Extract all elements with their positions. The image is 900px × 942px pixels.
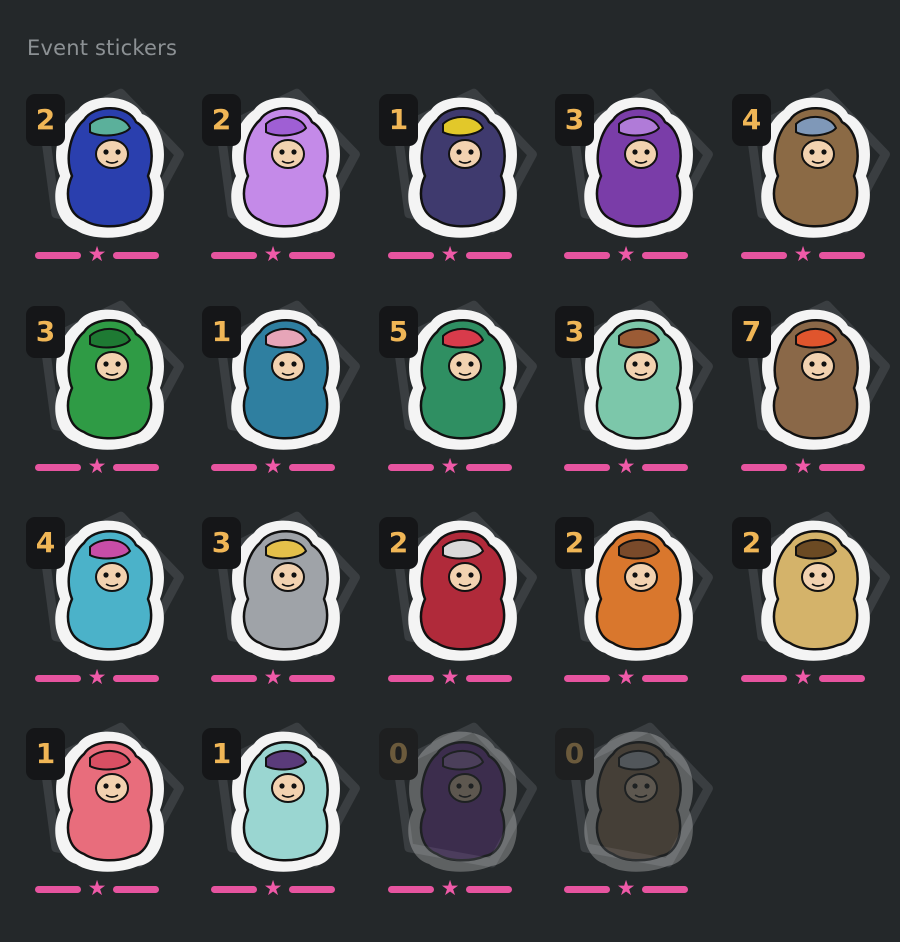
- rating-bar-right: [819, 675, 865, 682]
- sticker-count-badge: 1: [26, 728, 65, 780]
- sticker-count-badge: 2: [555, 517, 594, 569]
- star-icon: ★: [616, 876, 636, 900]
- star-icon: ★: [440, 876, 460, 900]
- star-icon: ★: [87, 876, 107, 900]
- sticker-count-badge: 1: [202, 728, 241, 780]
- sticker-count-badge: 7: [732, 306, 771, 358]
- rating-bar-left: [741, 675, 787, 682]
- rating-bar-left: [564, 886, 610, 893]
- sticker-count-badge: 4: [26, 517, 65, 569]
- sticker-grid: 2 ★ 2 ★ 1 ★ 3 ★ 4 ★ 3 ★ 1 ★ 5 ★ 3 ★ 7 ★ 4 ★ 3 ★ 2 ★ 2 ★ 2 ★ 1 ★ 1 ★ 0 ★ 0 ★: [0, 0, 900, 942]
- sticker-count-badge: 2: [26, 94, 65, 146]
- rating-bar-left: [35, 886, 81, 893]
- sticker-card[interactable]: 2 ★: [726, 423, 900, 693]
- sticker-card[interactable]: 1 ★: [196, 634, 372, 904]
- sticker-count-badge: 3: [26, 306, 65, 358]
- sticker-count-badge: 3: [555, 94, 594, 146]
- rating-bar-left: [388, 886, 434, 893]
- rating-bar-right: [642, 886, 688, 893]
- sticker-count-badge: 1: [379, 94, 418, 146]
- rating-bar-left: [211, 886, 257, 893]
- sticker-count-badge: 2: [379, 517, 418, 569]
- sticker-count-badge: 3: [202, 517, 241, 569]
- sticker-card[interactable]: 0 ★: [549, 634, 725, 904]
- rating-bar-right: [289, 886, 335, 893]
- sticker-card[interactable]: 0 ★: [373, 634, 549, 904]
- star-icon: ★: [263, 876, 283, 900]
- sticker-count-badge: 2: [732, 517, 771, 569]
- sticker-count-badge: 0: [379, 728, 418, 780]
- star-icon: ★: [793, 665, 813, 689]
- sticker-rating: ★: [741, 665, 865, 689]
- sticker-count-badge: 0: [555, 728, 594, 780]
- sticker-card[interactable]: 1 ★: [20, 634, 196, 904]
- sticker-count-badge: 2: [202, 94, 241, 146]
- rating-bar-right: [113, 886, 159, 893]
- sticker-rating: ★: [564, 876, 688, 900]
- sticker-rating: ★: [211, 876, 335, 900]
- sticker-count-badge: 3: [555, 306, 594, 358]
- sticker-count-badge: 1: [202, 306, 241, 358]
- rating-bar-right: [466, 886, 512, 893]
- sticker-count-badge: 5: [379, 306, 418, 358]
- sticker-count-badge: 4: [732, 94, 771, 146]
- sticker-rating: ★: [35, 876, 159, 900]
- sticker-rating: ★: [388, 876, 512, 900]
